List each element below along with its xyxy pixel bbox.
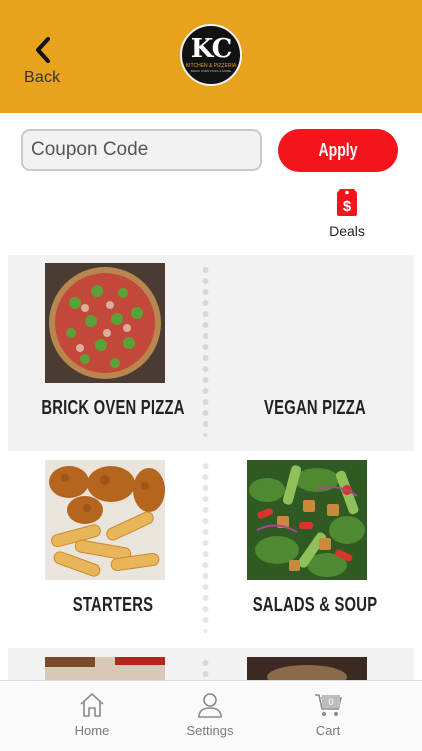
shopping-cart-icon: 0 <box>315 694 342 716</box>
app-header: Back KC KITCHEN & PIZZERIA BRICK OVEN PI… <box>0 0 422 113</box>
deals-button[interactable]: $ Deals <box>322 183 372 248</box>
price-tag-icon: $ <box>337 189 357 216</box>
category-vegan-pizza[interactable]: VEGAN PIZZA <box>225 263 405 443</box>
tab-label: Home <box>74 723 110 738</box>
logo-tagline: BRICK OVEN PIZZA & MORE <box>190 69 232 73</box>
divider <box>202 660 209 680</box>
logo-text: KC <box>190 34 233 64</box>
tab-label: Settings <box>186 723 234 738</box>
category-row: BRICK OVEN PIZZA VEGAN PIZZA <box>8 255 414 451</box>
bottom-tab-bar: Home Settings 0 Cart <box>0 680 422 751</box>
apply-label: Apply <box>318 140 358 160</box>
category-item[interactable] <box>23 657 203 680</box>
svg-text:$: $ <box>343 198 352 215</box>
category-title: STARTERS <box>72 594 154 616</box>
category-starters[interactable]: STARTERS <box>23 460 203 640</box>
category-row <box>8 648 414 680</box>
coupon-code-input[interactable] <box>21 129 262 171</box>
deals-label: Deals <box>329 223 365 239</box>
category-title: VEGAN PIZZA <box>264 397 366 419</box>
category-title: SALADS & SOUP <box>252 594 378 616</box>
category-brick-oven-pizza[interactable]: BRICK OVEN PIZZA <box>23 263 203 443</box>
apply-button[interactable]: Apply <box>278 129 398 172</box>
back-button[interactable]: Back <box>18 30 68 90</box>
food-image <box>247 657 367 680</box>
home-icon <box>80 693 104 717</box>
category-item[interactable] <box>225 657 405 680</box>
restaurant-logo: KC KITCHEN & PIZZERIA BRICK OVEN PIZZA &… <box>180 24 242 86</box>
tab-settings[interactable]: Settings <box>160 681 260 751</box>
divider <box>202 267 209 437</box>
tab-cart[interactable]: 0 Cart <box>278 681 378 751</box>
pizza-image <box>45 263 165 383</box>
food-image <box>45 657 165 680</box>
starters-image <box>45 460 165 580</box>
divider <box>202 463 209 633</box>
back-label: Back <box>24 69 61 86</box>
tab-home[interactable]: Home <box>42 681 142 751</box>
category-salads-soup[interactable]: SALADS & SOUP <box>225 460 405 640</box>
tab-label: Cart <box>315 723 341 738</box>
user-icon <box>198 693 222 718</box>
category-row: STARTERS SALADS & SOUP <box>8 451 414 647</box>
category-title: BRICK OVEN PIZZA <box>41 397 185 419</box>
cart-badge: 0 <box>328 697 333 707</box>
chevron-left-icon <box>36 37 50 63</box>
salad-image <box>247 460 367 580</box>
